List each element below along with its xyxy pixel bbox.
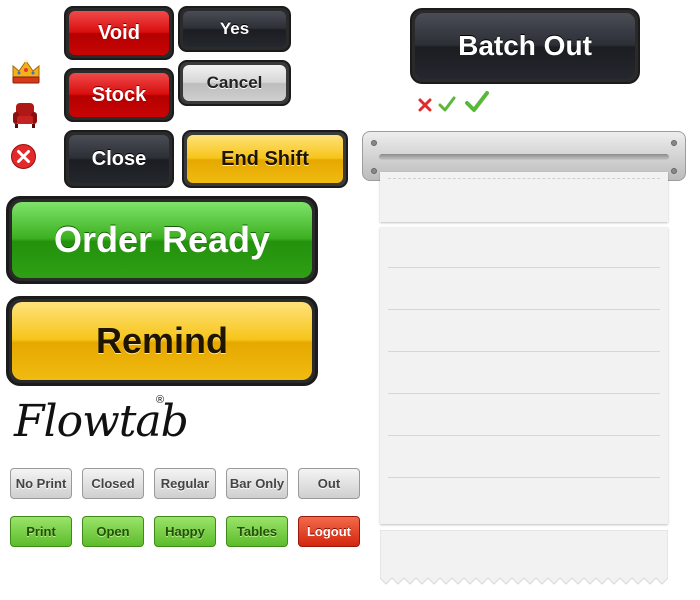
tables-button[interactable]: Tables: [226, 516, 288, 547]
receipt-rule: [388, 477, 660, 478]
end-shift-button[interactable]: End Shift: [182, 130, 348, 188]
closed-button[interactable]: Closed: [82, 468, 144, 499]
order-ready-button-label: Order Ready: [12, 202, 312, 278]
batch-out-button[interactable]: Batch Out: [410, 8, 640, 84]
receipt-rule: [388, 267, 660, 268]
printer-slot: [379, 154, 669, 160]
end-shift-button-label: End Shift: [187, 135, 343, 183]
void-button-label: Void: [69, 11, 169, 55]
logout-button[interactable]: Logout: [298, 516, 360, 547]
receipt-rule: [388, 351, 660, 352]
receipt-rule: [388, 309, 660, 310]
cancel-button[interactable]: Cancel: [178, 60, 291, 106]
receipt-body: [380, 227, 668, 524]
open-button[interactable]: Open: [82, 516, 144, 547]
regular-button[interactable]: Regular: [154, 468, 216, 499]
rail-screw: [671, 168, 677, 174]
remind-button-label: Remind: [12, 302, 312, 380]
order-ready-button[interactable]: Order Ready: [6, 196, 318, 284]
rail-screw: [371, 140, 377, 146]
rail-screw: [371, 168, 377, 174]
x-mark-icon: [418, 98, 432, 112]
print-button[interactable]: Print: [10, 516, 72, 547]
receipt-bottom: [379, 529, 669, 586]
stock-button[interactable]: Stock: [64, 68, 174, 122]
yes-button[interactable]: Yes: [178, 6, 291, 52]
receipt-top: [380, 172, 668, 222]
close-circle-icon[interactable]: [10, 143, 37, 170]
close-button[interactable]: Close: [64, 130, 174, 188]
perforation-line: [388, 178, 660, 180]
no-print-button[interactable]: No Print: [10, 468, 72, 499]
out-button[interactable]: Out: [298, 468, 360, 499]
receipt-rule: [388, 435, 660, 436]
rail-screw: [671, 140, 677, 146]
check-large-icon: [464, 90, 490, 114]
stock-button-label: Stock: [69, 73, 169, 117]
armchair-icon: [10, 100, 40, 130]
flowtab-logo: Flowtab ®: [14, 392, 189, 452]
crown-icon: [10, 56, 42, 86]
close-button-label: Close: [69, 135, 169, 183]
cancel-button-label: Cancel: [183, 65, 286, 101]
receipt-rule: [388, 393, 660, 394]
registered-mark: ®: [156, 394, 165, 406]
remind-button[interactable]: Remind: [6, 296, 318, 386]
void-button[interactable]: Void: [64, 6, 174, 60]
batch-out-button-label: Batch Out: [415, 13, 635, 79]
yes-button-label: Yes: [183, 11, 286, 47]
check-small-icon: [438, 96, 456, 112]
happy-button[interactable]: Happy: [154, 516, 216, 547]
bar-only-button[interactable]: Bar Only: [226, 468, 288, 499]
